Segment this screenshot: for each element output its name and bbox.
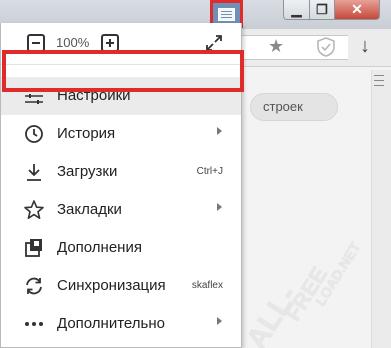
protect-shield-icon[interactable]	[315, 36, 337, 58]
fullscreen-icon[interactable]	[203, 32, 225, 54]
shortcut-hint: Ctrl+J	[196, 166, 223, 177]
submenu-arrow-icon	[217, 127, 222, 135]
menu-item-label: История	[57, 125, 116, 142]
clock-icon	[25, 125, 43, 143]
menu-item-sync[interactable]: Синхронизация skaflex	[1, 267, 241, 305]
menu-item-label: Дополнения	[57, 239, 142, 256]
more-icon	[25, 322, 43, 326]
zoom-in-button[interactable]	[101, 34, 119, 52]
bookmark-star-icon[interactable]: ★	[268, 36, 284, 57]
minimize-icon: ▁	[291, 1, 302, 17]
sync-icon	[26, 277, 42, 295]
sliders-icon	[25, 88, 43, 104]
grip-line	[374, 75, 384, 76]
zoom-level: 100%	[56, 35, 90, 50]
menu-item-label: Дополнительно	[57, 315, 165, 332]
browser-menu: 100% Настройки История Загрузки Ctrl+J З…	[0, 23, 242, 348]
menu-item-bookmarks[interactable]: Закладки	[1, 191, 241, 229]
watermark-logo: ALL- FREE LOAD.NET	[240, 239, 364, 348]
submenu-arrow-icon	[217, 317, 222, 325]
menu-item-label: Закладки	[57, 201, 122, 218]
close-icon: ✕	[351, 1, 363, 17]
menu-item-downloads[interactable]: Загрузки Ctrl+J	[1, 153, 241, 191]
menu-item-label: Загрузки	[57, 163, 118, 180]
menu-item-more[interactable]: Дополнительно	[1, 305, 241, 343]
maximize-button[interactable]: ❐	[309, 0, 335, 20]
grip-line	[374, 80, 384, 81]
menu-item-label: Синхронизация	[57, 277, 166, 294]
star-icon	[24, 200, 44, 219]
account-name: skaflex	[191, 280, 223, 291]
extensions-icon	[25, 239, 42, 257]
submenu-arrow-icon	[217, 203, 222, 211]
hamburger-icon	[218, 7, 235, 21]
menu-item-settings[interactable]: Настройки	[1, 77, 241, 115]
settings-search-input[interactable]: строек	[250, 93, 338, 121]
zoom-controls: 100%	[1, 23, 241, 65]
download-icon	[27, 164, 41, 181]
menu-item-history[interactable]: История	[1, 115, 241, 153]
maximize-icon: ❐	[316, 1, 328, 17]
zoom-out-button[interactable]	[27, 34, 45, 52]
menu-item-extensions[interactable]: Дополнения	[1, 229, 241, 267]
grip-line	[374, 85, 384, 86]
minimize-button[interactable]: ▁	[283, 0, 310, 20]
close-button[interactable]: ✕	[334, 0, 380, 20]
downloads-toolbar-icon[interactable]: ↓	[360, 35, 370, 58]
menu-item-label: Настройки	[57, 87, 131, 104]
